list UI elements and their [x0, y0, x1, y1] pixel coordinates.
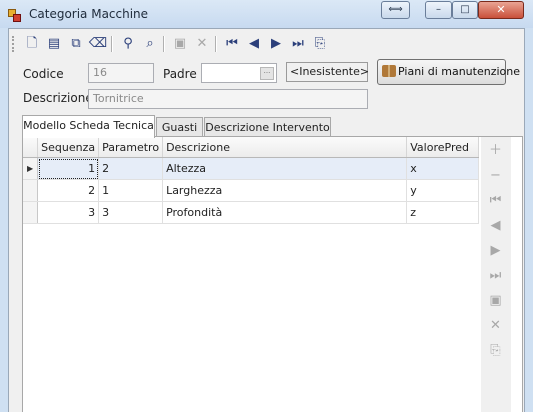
- current-row-indicator-icon[interactable]: ▶: [23, 157, 39, 180]
- last-record-icon[interactable]: ⏭: [287, 33, 309, 55]
- restore-size-button[interactable]: ⟺: [381, 1, 410, 19]
- table-row[interactable]: ▶ 1 2 Altezza x: [23, 157, 479, 180]
- column-header-descrizione[interactable]: Descrizione: [162, 137, 408, 158]
- maximize-button[interactable]: □: [452, 1, 478, 19]
- next-row-icon[interactable]: ▶: [484, 239, 507, 262]
- form-client-area: 🗋 ▤ ⧉ ⌫ ⚲ ⌕ ▣ ✕ ⏮ ◀ ▶ ⏭ ⎘ Codice 16 Padre ··· <Inesi…: [8, 28, 525, 412]
- cancel-row-icon[interactable]: ✕: [484, 314, 507, 337]
- toolbar-separator: [163, 36, 165, 52]
- add-row-icon[interactable]: ＋: [484, 139, 507, 162]
- main-toolbar: 🗋 ▤ ⧉ ⌫ ⚲ ⌕ ▣ ✕ ⏮ ◀ ▶ ⏭ ⎘: [12, 33, 342, 55]
- descrizione-field[interactable]: Tornitrice: [88, 89, 368, 109]
- column-header-sequenza[interactable]: Sequenza: [37, 137, 100, 158]
- remove-row-icon[interactable]: −: [484, 164, 507, 187]
- attachment-icon[interactable]: ⎘: [309, 33, 331, 55]
- cell-parametro[interactable]: 1: [98, 179, 164, 202]
- codice-field[interactable]: 16: [88, 63, 154, 83]
- column-header-parametro[interactable]: Parametro: [98, 137, 164, 158]
- first-row-icon[interactable]: ⏮: [484, 189, 507, 212]
- cell-descrizione[interactable]: Profondità: [162, 201, 408, 224]
- minimize-button[interactable]: –: [425, 1, 452, 19]
- cell-parametro[interactable]: 2: [98, 157, 164, 180]
- save-row-icon[interactable]: ▣: [484, 289, 507, 312]
- lookup-icon[interactable]: ···: [260, 67, 274, 80]
- tab-panel: Sequenza Parametro Descrizione ValorePre…: [22, 136, 523, 412]
- toolbar-separator: [215, 36, 217, 52]
- cell-valorepred[interactable]: x: [406, 157, 479, 180]
- tab-modello-scheda-tecnica[interactable]: Modello Scheda Tecnica: [22, 115, 155, 138]
- cell-valorepred[interactable]: y: [406, 179, 479, 202]
- delete-icon[interactable]: ✕: [191, 33, 213, 55]
- cell-descrizione[interactable]: Larghezza: [162, 179, 408, 202]
- cell-sequenza[interactable]: 3: [37, 201, 100, 224]
- close-button[interactable]: ✕: [478, 1, 524, 19]
- codice-label: Codice: [23, 67, 64, 81]
- table-row[interactable]: 3 3 Profondità z: [23, 201, 479, 224]
- app-window: Categoria Macchine ⟺ – □ ✕ 🗋 ▤ ⧉ ⌫ ⚲ ⌕ ▣ ✕ ⏮ ◀ ▶ ⏭ ⎘…: [0, 0, 533, 412]
- cell-sequenza[interactable]: 2: [37, 179, 100, 202]
- piani-manutenzione-button[interactable]: Piani di manutenzione: [377, 59, 520, 85]
- cell-valorepred[interactable]: z: [406, 201, 479, 224]
- padre-field[interactable]: ···: [201, 63, 277, 83]
- padre-display: <Inesistente>: [286, 62, 369, 82]
- column-header-valorepred[interactable]: ValorePred: [406, 137, 479, 158]
- row-header-corner: [23, 137, 39, 158]
- tab-descrizione-intervento[interactable]: Descrizione Intervento: [204, 117, 331, 138]
- previous-record-icon[interactable]: ◀: [243, 33, 265, 55]
- table-row[interactable]: 2 1 Larghezza y: [23, 179, 479, 202]
- tab-guasti[interactable]: Guasti: [156, 117, 203, 138]
- find-binoculars-icon[interactable]: ⚲: [117, 33, 139, 55]
- copy-icon[interactable]: ⧉: [65, 33, 87, 55]
- toolbar-separator: [111, 36, 113, 52]
- new-document-icon[interactable]: 🗋: [21, 33, 43, 55]
- cell-parametro[interactable]: 3: [98, 201, 164, 224]
- cell-descrizione[interactable]: Altezza: [162, 157, 408, 180]
- edit-form-icon[interactable]: ▤: [43, 33, 65, 55]
- save-icon[interactable]: ▣: [169, 33, 191, 55]
- data-grid[interactable]: Sequenza Parametro Descrizione ValorePre…: [23, 137, 479, 412]
- piani-manutenzione-label: Piani di manutenzione: [398, 65, 520, 78]
- app-icon: [8, 9, 21, 22]
- find-in-form-icon[interactable]: ⌕: [139, 33, 161, 55]
- cell-sequenza[interactable]: 1: [37, 157, 100, 180]
- grid-side-toolbar: ＋ − ⏮ ◀ ▶ ⏭ ▣ ✕ ⎘: [481, 137, 511, 412]
- next-record-icon[interactable]: ▶: [265, 33, 287, 55]
- eraser-icon[interactable]: ⌫: [87, 33, 109, 55]
- grid-table: Sequenza Parametro Descrizione ValorePre…: [23, 137, 479, 224]
- books-icon: [382, 65, 396, 77]
- window-title: Categoria Macchine: [29, 7, 149, 21]
- toolbar-grip[interactable]: [12, 36, 16, 52]
- descrizione-label: Descrizione: [23, 91, 93, 105]
- attach-row-icon[interactable]: ⎘: [484, 339, 507, 362]
- title-bar: Categoria Macchine ⟺ – □ ✕: [0, 0, 533, 28]
- grid-header-row: Sequenza Parametro Descrizione ValorePre…: [23, 137, 479, 158]
- padre-label: Padre: [163, 67, 197, 81]
- previous-row-icon[interactable]: ◀: [484, 214, 507, 237]
- row-header[interactable]: [23, 179, 39, 202]
- last-row-icon[interactable]: ⏭: [484, 264, 507, 287]
- row-header[interactable]: [23, 201, 39, 224]
- first-record-icon[interactable]: ⏮: [221, 33, 243, 55]
